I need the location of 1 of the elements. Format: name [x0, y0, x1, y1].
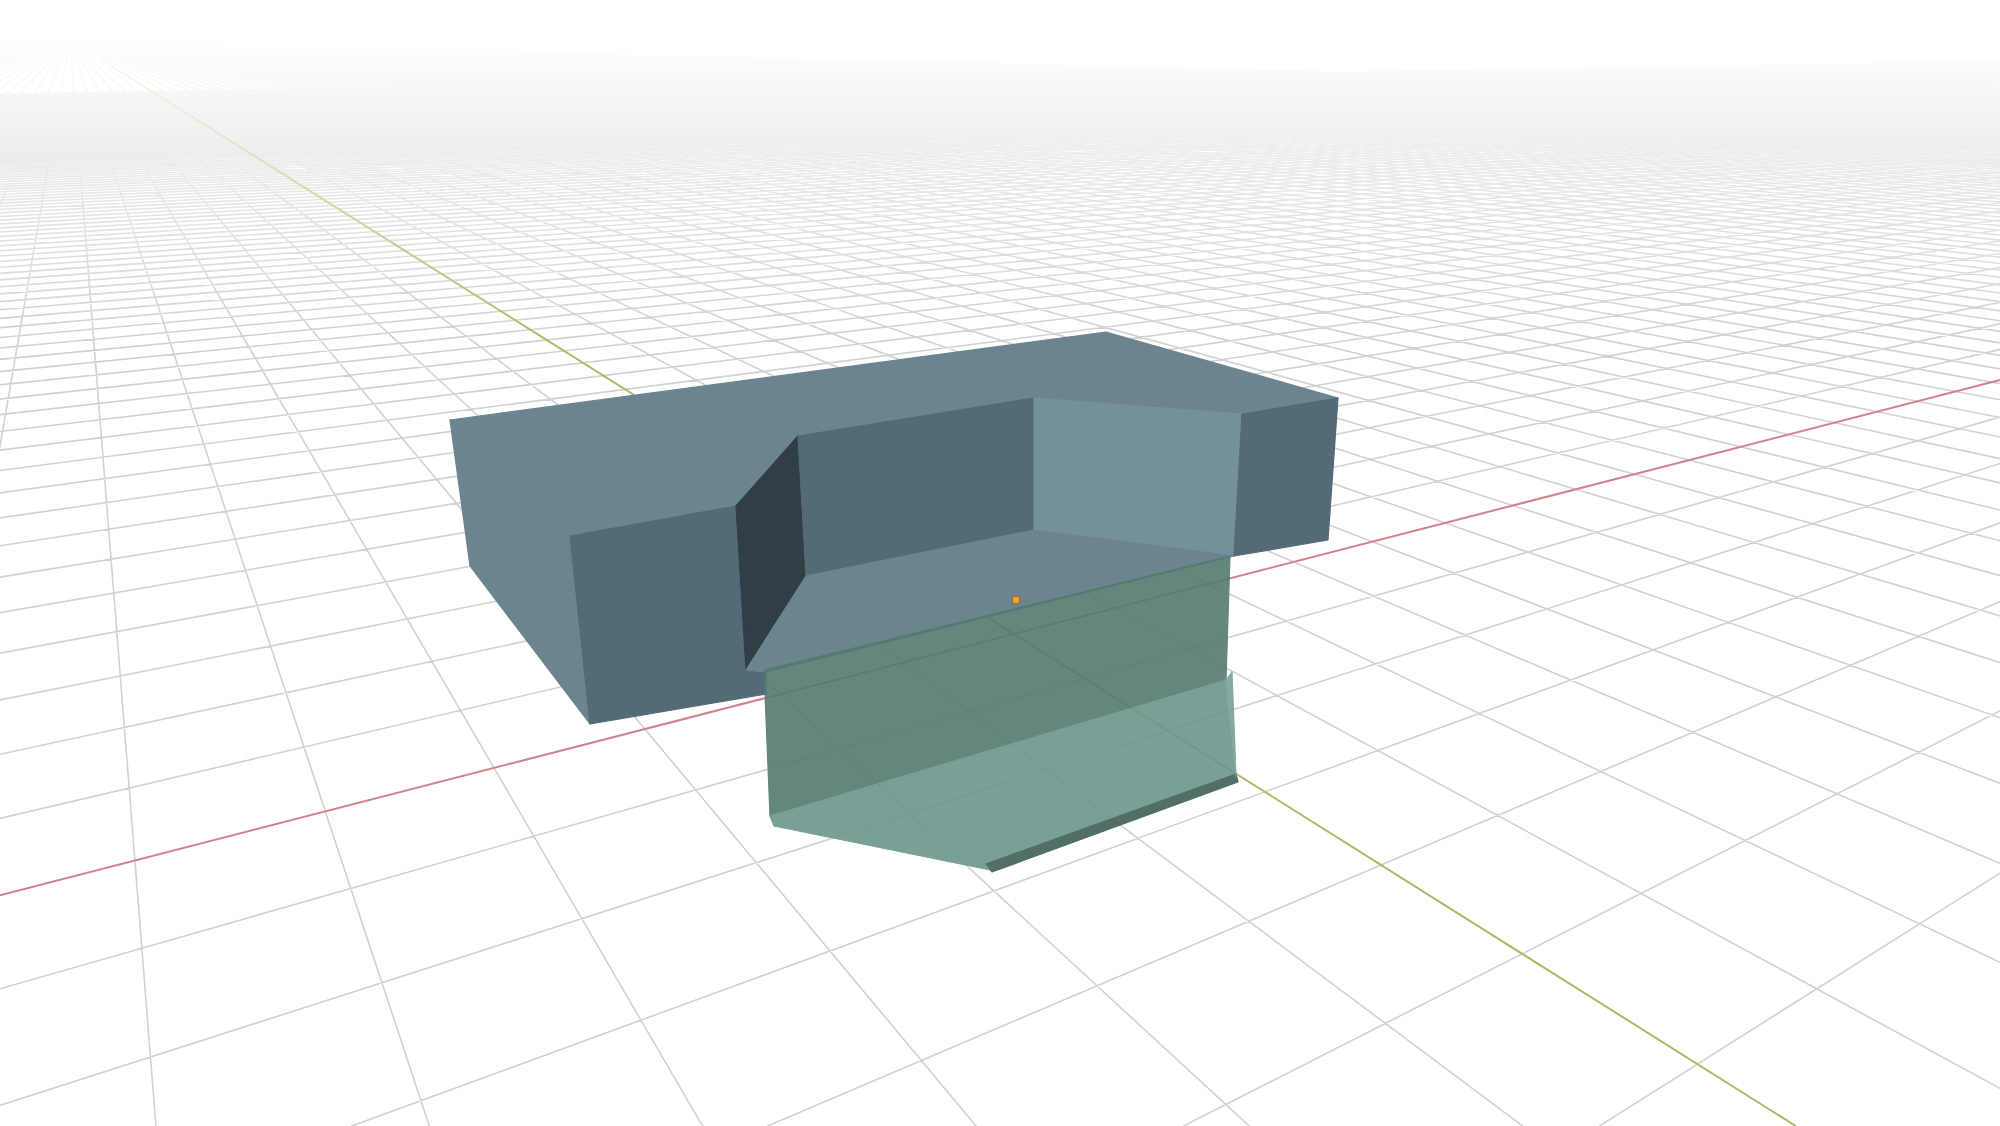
- origin-dot-icon: [1011, 595, 1021, 605]
